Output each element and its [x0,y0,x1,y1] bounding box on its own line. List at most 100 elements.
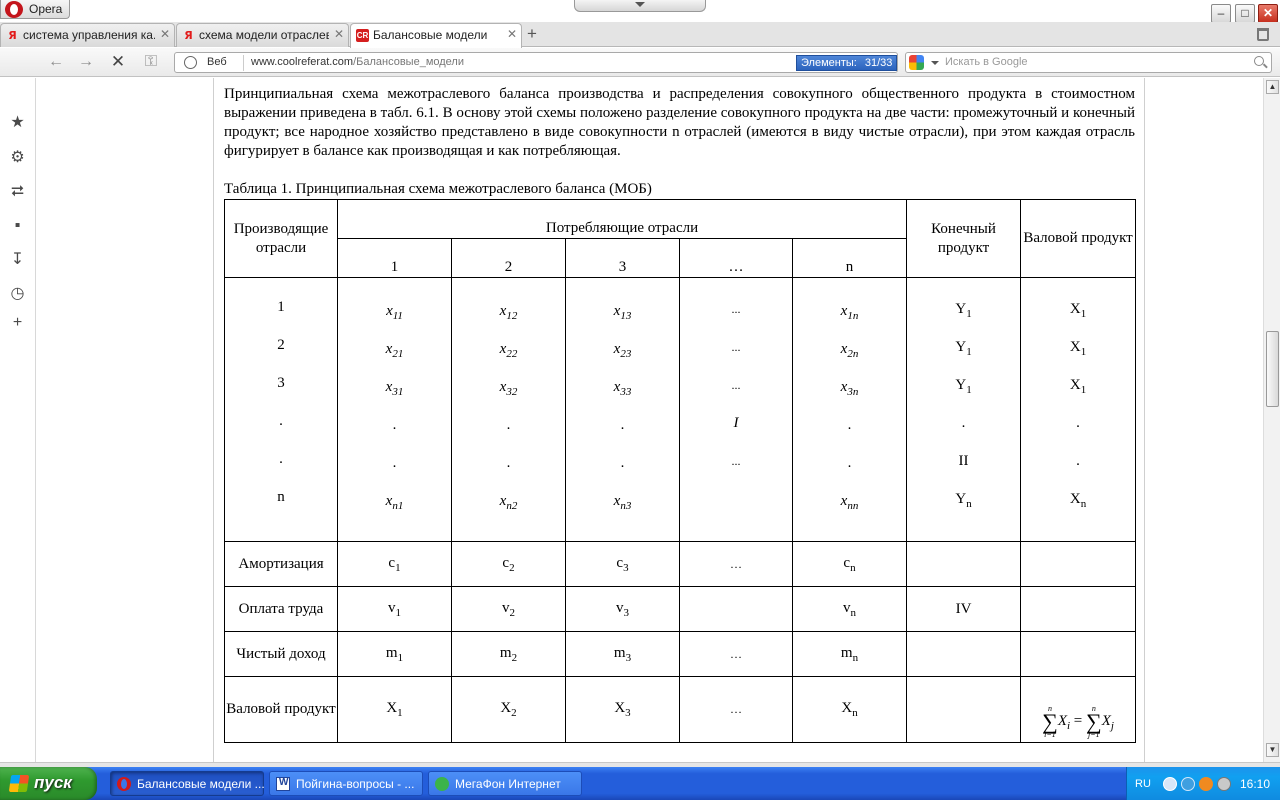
sigma-glyph: ∑ [1042,709,1058,734]
address-scope-label[interactable]: Веб [207,56,227,68]
header-gross: Валовой продукт [1020,199,1137,278]
chevron-down-icon[interactable] [931,61,939,65]
maximize-button[interactable]: □ [1235,4,1255,23]
consumer-column-header: 1 [337,238,452,278]
final-product-cell: Y1 [955,290,971,328]
value-added-value-subscript: 1 [395,606,402,619]
value-added-value: … [680,557,792,572]
value-added-value: v2 [452,600,565,619]
tab-close-icon[interactable]: ✕ [507,27,517,41]
scroll-down-icon[interactable]: ▼ [1266,743,1279,757]
key-icon[interactable]: ⚿ [140,52,162,72]
close-window-button[interactable]: ✕ [1258,4,1278,23]
value-added-row: Оплата труда v1 v2 v3 vn IV [224,586,1137,632]
gross-row-value: Xn [793,700,906,719]
value-added-cell: m1 [337,631,452,677]
start-button[interactable]: пуск [0,767,97,800]
minimize-button[interactable]: – [1211,4,1231,23]
scrollbar-thumb[interactable] [1266,331,1279,407]
producer-row-label: . [279,413,283,429]
bookmarks-star-icon[interactable]: ★ [8,113,27,132]
google-icon[interactable] [909,55,924,70]
gross-product-cell: X1 [1070,366,1086,404]
value-added-value-value: m [499,644,512,661]
trash-icon[interactable] [1257,28,1269,41]
tab-3-active[interactable]: CR Балансовые модели ✕ [350,23,522,48]
search-field[interactable]: Искать в Google [905,52,1272,73]
vertical-scrollbar[interactable]: ▲ ▼ [1263,78,1280,762]
notes-icon[interactable]: ▪ [8,216,27,235]
back-button[interactable]: ← [45,52,67,72]
tab-2[interactable]: Я схема модели отраслев... ✕ [176,23,349,47]
flow-cell-subscript: n3 [620,500,632,512]
sigma-glyph: ∑ [1086,709,1102,734]
history-clock-icon[interactable]: ◷ [8,284,27,303]
formula-var: X [1101,713,1111,730]
value-added-cell: c3 [565,541,680,587]
final-product-cell: Y1 [955,328,971,366]
coolreferat-icon: CR [356,29,369,42]
new-tab-button[interactable]: + [527,25,537,42]
value-added-cell: … [679,541,793,587]
final-product-cell-subscript: 1 [966,308,972,320]
value-added-value: c2 [452,555,565,574]
value-added-value-subscript: n [850,606,857,619]
tray-app-icon[interactable] [1199,777,1213,791]
flow-cell-value: . [847,455,852,471]
stop-button[interactable]: ✕ [107,52,129,72]
scroll-up-icon[interactable]: ▲ [1266,80,1279,94]
settings-gear-icon[interactable]: ⚙ [8,148,27,167]
gross-product-cell-value: . [1076,453,1080,469]
value-added-value-value: m [840,644,853,661]
downloads-icon[interactable]: ↧ [8,250,27,269]
taskbar-item-word[interactable]: Пойгина-вопросы - ... [269,771,423,796]
flow-cell-subscript: 33 [620,386,632,398]
consumer-column-header: 2 [451,238,566,278]
value-added-cell: v3 [565,586,680,632]
unite-icon[interactable]: ⮂ [8,182,27,201]
empty-cell [906,631,1022,677]
flow-cell-value: . [620,455,625,471]
formula-var: X [1057,713,1067,730]
quadrant-row: 123..n x11 x21 x31.. xn1 x12 x22 x32.. xn2 x13… [224,277,1137,542]
value-added-value-value: … [730,556,742,571]
opera-menu-button[interactable]: Opera [0,0,70,19]
gross-product-cell: . [1076,404,1080,442]
tab-title: система управления ка... [23,28,155,42]
tray-misc-icon[interactable] [1217,777,1231,791]
chevron-down-icon [635,2,645,7]
value-added-row: Чистый доход m1 m2 m3… mn [224,631,1137,677]
ellipsis-cell: ... [731,454,741,468]
titlebar-dropdown-handle[interactable] [574,0,706,12]
tab-close-icon[interactable]: ✕ [334,27,344,41]
value-added-value-value: v [502,599,510,616]
search-placeholder[interactable]: Искать в Google [945,56,1028,68]
row-labels: 1 2 3.. n [225,288,337,516]
tab-close-icon[interactable]: ✕ [160,27,170,41]
producer-row-label: 3 [277,375,285,391]
language-indicator[interactable]: RU [1135,778,1151,790]
producer-row-label: n [277,489,285,505]
taskbar-item-megafon[interactable]: МегаФон Интернет [428,771,582,796]
flow-cell: x12 [500,292,518,330]
flow-cell-subscript: nn [847,500,859,512]
value-added-cell: m3 [565,631,680,677]
add-panel-icon[interactable]: + [8,313,27,332]
flow-cell: . [621,406,625,444]
tab-title: Балансовые модели [373,28,488,42]
final-product-cell: . [962,404,966,442]
q1-col-dots: ......... I... [679,277,793,542]
taskbar-item-opera[interactable]: Балансовые модели ... [110,771,265,796]
tab-1[interactable]: Я система управления ка... ✕ [0,23,175,47]
forward-button[interactable]: → [75,52,97,72]
value-added-value: c1 [338,555,451,574]
search-icon[interactable] [1254,56,1264,66]
value-added-row: Амортизация c1 c2 c3 … cn [224,541,1137,587]
value-added-label: Амортизация [224,541,338,587]
address-field[interactable]: Веб www.coolreferat.com/Балансовые_модел… [174,52,898,73]
taskbar-item-label: Пойгина-вопросы - ... [296,777,415,791]
flow-cell-subscript: 32 [506,386,518,398]
url-text[interactable]: www.coolreferat.com/Балансовые_модели [251,56,464,68]
tray-arrow-icon[interactable] [1163,777,1177,791]
network-icon[interactable] [1181,777,1195,791]
